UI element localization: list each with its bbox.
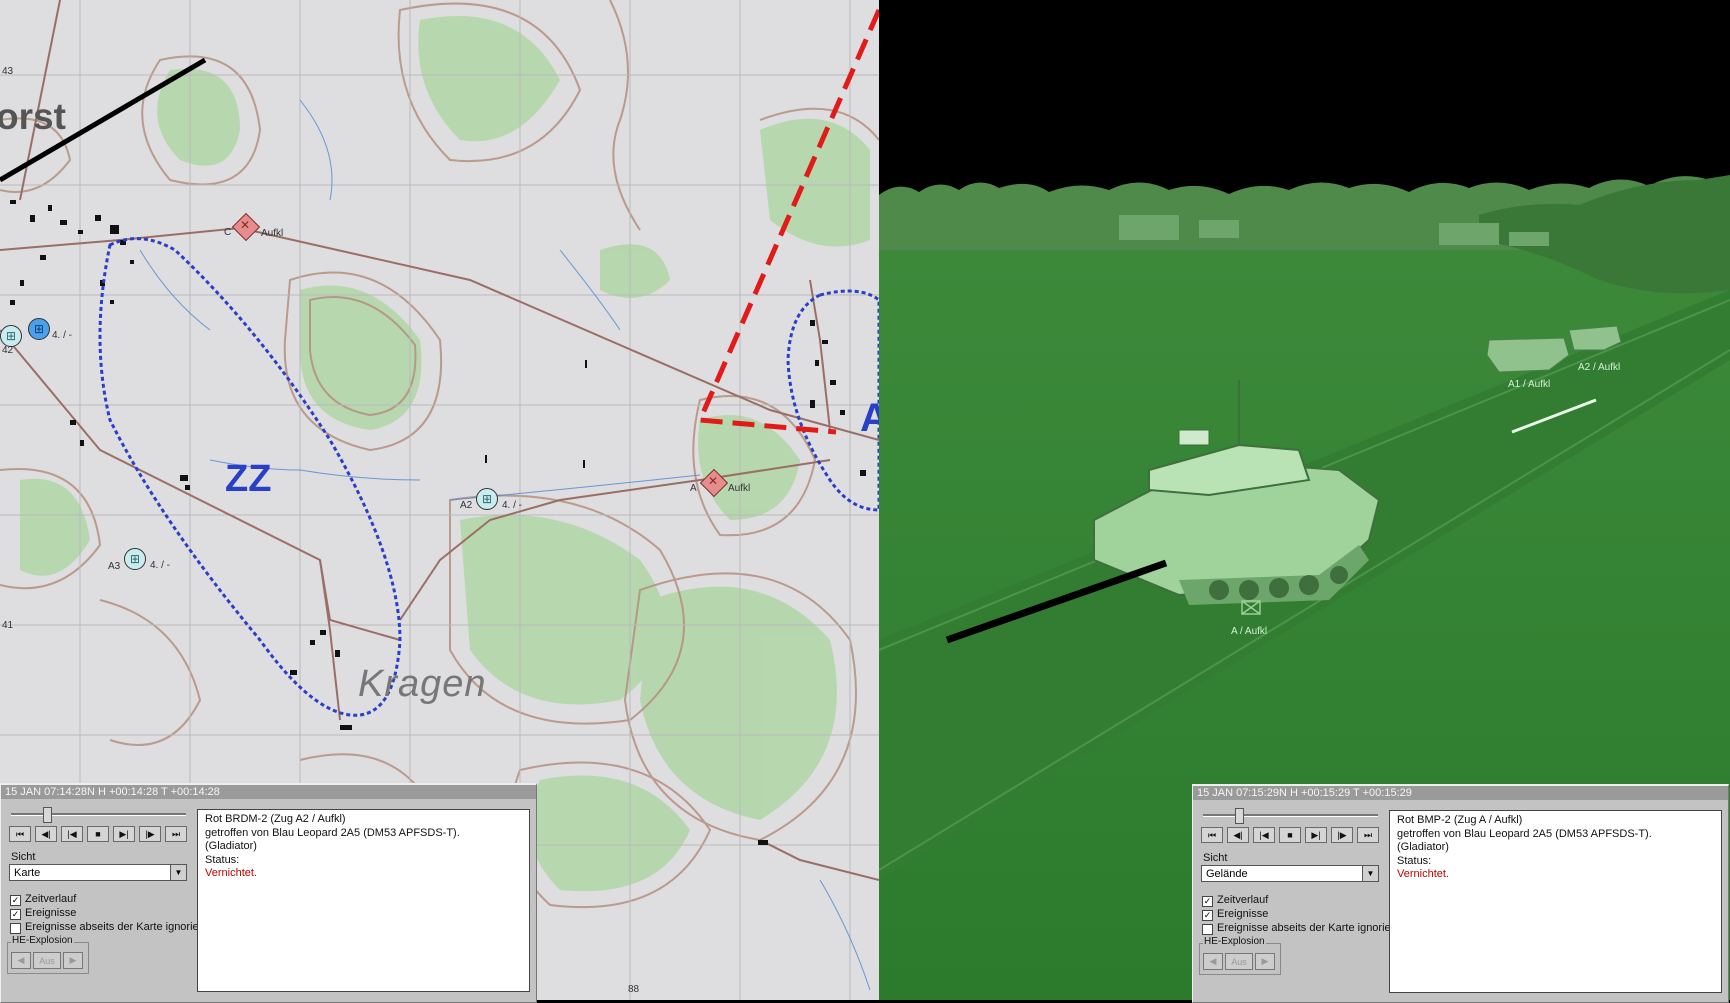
town-label-bottom: Kragen: [358, 663, 487, 705]
enemy-cross-icon: ✕: [240, 218, 251, 232]
unit-label: A2: [460, 500, 473, 511]
vehicle-label: A2 / Aufkl: [1578, 362, 1621, 373]
step-back-icon[interactable]: ◀|: [1227, 827, 1249, 843]
he-value[interactable]: Aus: [33, 952, 61, 969]
vehicle-label: A / Aufkl: [1231, 626, 1268, 637]
rewind-start-icon[interactable]: ⏮: [1201, 827, 1223, 843]
message-line: Rot BMP-2 (Zug A / Aufkl): [1397, 814, 1523, 826]
view-select[interactable]: Gelände ▼: [1201, 865, 1379, 882]
zone-label-a: A: [860, 396, 879, 440]
friendly-unit-icon[interactable]: ⊞: [28, 318, 50, 340]
forward-end-icon[interactable]: ⏭: [1357, 827, 1379, 843]
sicht-label: Sicht: [11, 851, 36, 863]
enemy-unit-label: Aufkl: [728, 483, 751, 494]
message-line: Status:: [205, 853, 240, 866]
timeline-slider-thumb[interactable]: [43, 807, 52, 823]
checkbox-label: Ereignisse abseits der Karte ignorieren: [25, 921, 215, 933]
timeline-slider-track[interactable]: [11, 813, 186, 816]
view-select-value: Karte: [14, 867, 41, 879]
enemy-prefix: C: [224, 227, 232, 238]
he-next-button[interactable]: ▶: [63, 952, 83, 969]
checkbox-label: Zeitverlauf: [25, 893, 77, 905]
message-line: Rot BRDM-2 (Zug A2 / Aufkl): [205, 813, 346, 825]
he-value[interactable]: Aus: [1225, 953, 1253, 970]
he-next-button[interactable]: ▶: [1255, 953, 1275, 970]
checkbox-label: Ereignisse: [25, 907, 77, 919]
back-icon[interactable]: |◀: [61, 826, 83, 842]
message-line: (Gladiator): [1397, 841, 1449, 853]
message-line: getroffen von Blau Leopard 2A5 (DM53 APF…: [1397, 827, 1652, 840]
checkbox-label: Ereignisse: [1217, 908, 1269, 920]
checkbox-zeitverlauf[interactable]: ✓: [10, 895, 21, 906]
checkbox-ignore-offmap[interactable]: [1202, 924, 1213, 935]
he-prev-button[interactable]: ◀: [1203, 953, 1223, 970]
forward-icon[interactable]: ▶|: [1305, 827, 1327, 843]
he-prev-button[interactable]: ◀: [11, 952, 31, 969]
forward-end-icon[interactable]: ⏭: [165, 826, 187, 842]
view-select-value: Gelände: [1206, 868, 1248, 880]
zone-label-zz: ZZ: [225, 458, 272, 500]
sicht-label: Sicht: [1203, 852, 1228, 864]
back-icon[interactable]: |◀: [1253, 827, 1275, 843]
checkbox-zeitverlauf[interactable]: ✓: [1202, 896, 1213, 907]
forest-areas: [20, 16, 870, 892]
friendly-unit-icon[interactable]: ⊞: [0, 325, 22, 347]
chevron-down-icon[interactable]: ▼: [170, 865, 186, 880]
enemy-cross-icon: ✕: [708, 474, 719, 488]
enemy-unit-label: Aufkl: [261, 228, 284, 239]
grid-number: 88: [628, 984, 640, 995]
unit-label: A3: [108, 561, 121, 572]
stop-icon[interactable]: ■: [87, 826, 109, 842]
enemy-prefix: A: [690, 483, 697, 494]
step-forward-icon[interactable]: |▶: [139, 826, 161, 842]
event-panel-left: 15 JAN 07:14:28N H +00:14:28 T +00:14:28…: [0, 783, 537, 1003]
message-line: Status:: [1397, 854, 1432, 867]
chevron-down-icon[interactable]: ▼: [1362, 866, 1378, 881]
event-panel-right: 15 JAN 07:15:29N H +00:15:29 T +00:15:29…: [1192, 784, 1729, 1003]
step-back-icon[interactable]: ◀|: [35, 826, 57, 842]
he-explosion-label: HE-Explosion: [11, 935, 74, 946]
event-message-box: Rot BRDM-2 (Zug A2 / Aufkl) getroffen vo…: [197, 809, 530, 992]
checkbox-ereignisse[interactable]: ✓: [1202, 910, 1213, 921]
grid-number: 41: [2, 620, 14, 631]
checkbox-ereignisse[interactable]: ✓: [10, 909, 21, 920]
message-line: getroffen von Blau Leopard 2A5 (DM53 APF…: [205, 826, 460, 839]
town-label-left: orst: [0, 96, 66, 137]
view-select[interactable]: Karte ▼: [9, 864, 187, 881]
forward-icon[interactable]: ▶|: [113, 826, 135, 842]
time-readout: 15 JAN 07:14:28N H +00:14:28 T +00:14:28: [1, 785, 536, 799]
friendly-unit-icon[interactable]: ⊞: [476, 488, 498, 510]
unit-sub: 4. / -: [150, 560, 171, 571]
checkbox-ignore-offmap[interactable]: [10, 923, 21, 934]
timeline-slider-track[interactable]: [1203, 814, 1378, 817]
he-explosion-label: HE-Explosion: [1203, 936, 1266, 947]
message-line: (Gladiator): [205, 840, 257, 852]
rewind-start-icon[interactable]: ⏮: [9, 826, 31, 842]
friendly-unit-icon[interactable]: ⊞: [124, 548, 146, 570]
message-status: Vernichtet.: [1397, 868, 1449, 880]
vehicle-label: A1 / Aufkl: [1508, 379, 1551, 390]
checkbox-label: Ereignisse abseits der Karte ignorieren: [1217, 922, 1407, 934]
checkbox-label: Zeitverlauf: [1217, 894, 1269, 906]
event-message-box: Rot BMP-2 (Zug A / Aufkl) getroffen von …: [1389, 810, 1722, 993]
unit-sub: 4. / -: [52, 330, 73, 341]
message-status: Vernichtet.: [205, 867, 257, 879]
stop-icon[interactable]: ■: [1279, 827, 1301, 843]
timeline-slider-thumb[interactable]: [1235, 808, 1244, 824]
grid-number: 43: [2, 66, 14, 77]
time-readout: 15 JAN 07:15:29N H +00:15:29 T +00:15:29: [1193, 786, 1728, 800]
unit-sub: 4. / -: [502, 500, 523, 511]
step-forward-icon[interactable]: |▶: [1331, 827, 1353, 843]
